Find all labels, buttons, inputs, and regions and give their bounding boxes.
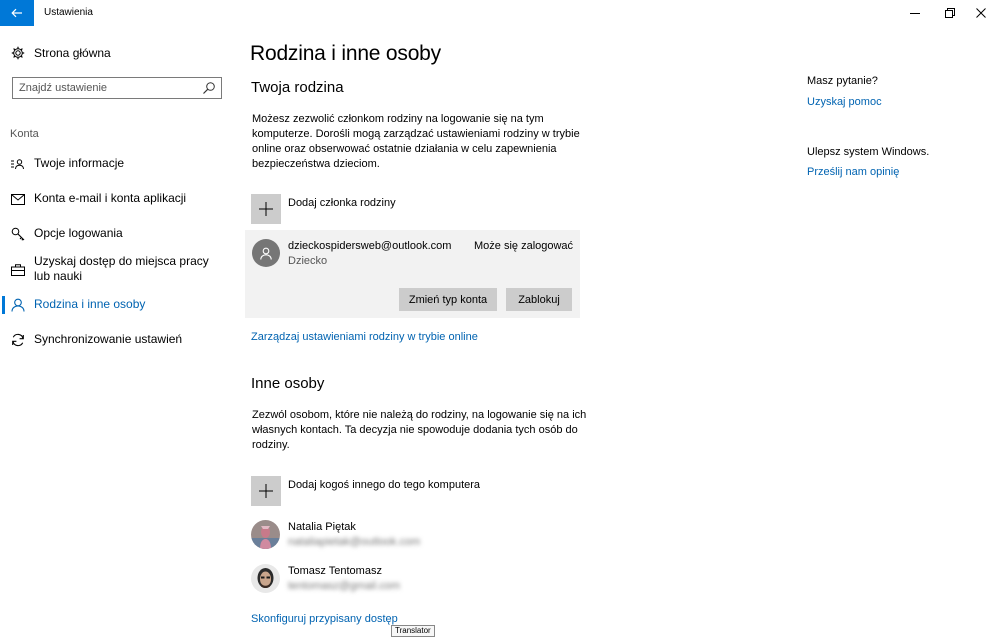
add-other-person-button[interactable]: Dodaj kogoś innego do tego komputera	[251, 476, 480, 506]
avatar	[251, 520, 280, 549]
plus-icon	[251, 476, 281, 506]
add-family-member-button[interactable]: Dodaj członka rodziny	[251, 194, 396, 224]
add-other-person-label: Dodaj kogoś innego do tego komputera	[288, 479, 481, 491]
avatar	[252, 239, 280, 267]
avatar	[251, 564, 280, 593]
close-button[interactable]	[962, 0, 1000, 26]
sidebar-item-label: Rodzina i inne osoby	[34, 297, 146, 311]
others-heading: Inne osoby	[251, 375, 325, 392]
back-button[interactable]	[0, 0, 34, 26]
sidebar-item-sync[interactable]: Synchronizowanie ustawień	[0, 332, 234, 348]
member-email: dzieckospidersweb@outlook.com	[288, 240, 452, 252]
family-description: Możesz zezwolić członkom rodziny na logo…	[252, 113, 580, 170]
briefcase-icon	[10, 262, 26, 278]
assigned-access-link[interactable]: Skonfiguruj przypisany dostęp	[251, 613, 398, 625]
person-email: nataliapietak@outlook.com	[288, 536, 421, 548]
person-email: tentomasz@gmail.com	[288, 580, 401, 592]
sidebar-item-email-accounts[interactable]: Konta e-mail i konta aplikacji	[0, 191, 234, 207]
sidebar-item-label: Twoje informacje	[34, 156, 125, 170]
page-title: Rodzina i inne osoby	[250, 42, 441, 65]
nav-home[interactable]: Strona główna	[10, 45, 111, 61]
search-input[interactable]	[19, 80, 199, 96]
get-help-link[interactable]: Uzyskaj pomoc	[807, 96, 882, 108]
search-icon[interactable]	[202, 81, 216, 95]
sidebar-item-label: Opcje logowania	[34, 226, 123, 240]
feedback-link[interactable]: Prześlij nam opinię	[807, 166, 899, 178]
mail-icon	[10, 191, 26, 207]
restore-icon	[945, 8, 955, 18]
title-bar: Ustawienia	[0, 0, 1000, 26]
sidebar-item-family[interactable]: Rodzina i inne osoby	[0, 297, 234, 313]
change-account-type-button[interactable]: Zmień typ konta	[399, 288, 497, 311]
minimize-button[interactable]	[896, 0, 934, 26]
gear-icon	[10, 45, 26, 61]
member-status: Może się zalogować	[474, 240, 574, 252]
app-title: Ustawienia	[44, 7, 93, 18]
sync-icon	[10, 332, 26, 348]
plus-icon	[251, 194, 281, 224]
minimize-icon	[910, 13, 920, 14]
question-text: Masz pytanie?	[807, 75, 878, 87]
manage-family-link[interactable]: Zarządzaj ustawieniami rodziny w trybie …	[251, 331, 478, 343]
family-heading: Twoja rodzina	[251, 79, 344, 96]
add-family-member-label: Dodaj członka rodziny	[288, 197, 396, 209]
person-name: Natalia Piętak	[288, 521, 356, 533]
person-name: Tomasz Tentomasz	[288, 565, 382, 577]
member-role: Dziecko	[288, 255, 328, 267]
others-description: Zezwól osobom, które nie należą do rodzi…	[252, 409, 587, 451]
block-button[interactable]: Zablokuj	[506, 288, 572, 311]
tooltip: Translator	[391, 625, 435, 637]
search-box[interactable]	[12, 77, 222, 99]
close-icon	[976, 8, 986, 18]
key-icon	[10, 226, 26, 242]
sidebar-item-label: Synchronizowanie ustawień	[34, 332, 183, 346]
sidebar-item-sign-in-options[interactable]: Opcje logowania	[0, 226, 234, 242]
nav-home-label: Strona główna	[34, 46, 111, 60]
person-card-icon	[10, 156, 26, 172]
sidebar-item-label: Uzyskaj dostęp do miejsca pracy lub nauk…	[34, 254, 209, 283]
section-label-accounts: Konta	[10, 128, 39, 140]
sidebar-item-your-info[interactable]: Twoje informacje	[0, 156, 234, 172]
back-arrow-icon	[11, 8, 22, 18]
family-member-card[interactable]: dzieckospidersweb@outlook.com Dziecko Mo…	[245, 230, 580, 318]
person-icon	[10, 297, 26, 313]
sidebar-item-label: Konta e-mail i konta aplikacji	[34, 191, 187, 205]
person-icon	[260, 247, 272, 260]
improve-text: Ulepsz system Windows.	[807, 146, 930, 158]
sidebar-item-work-access[interactable]: Uzyskaj dostęp do miejsca pracy lub nauk…	[0, 254, 234, 284]
